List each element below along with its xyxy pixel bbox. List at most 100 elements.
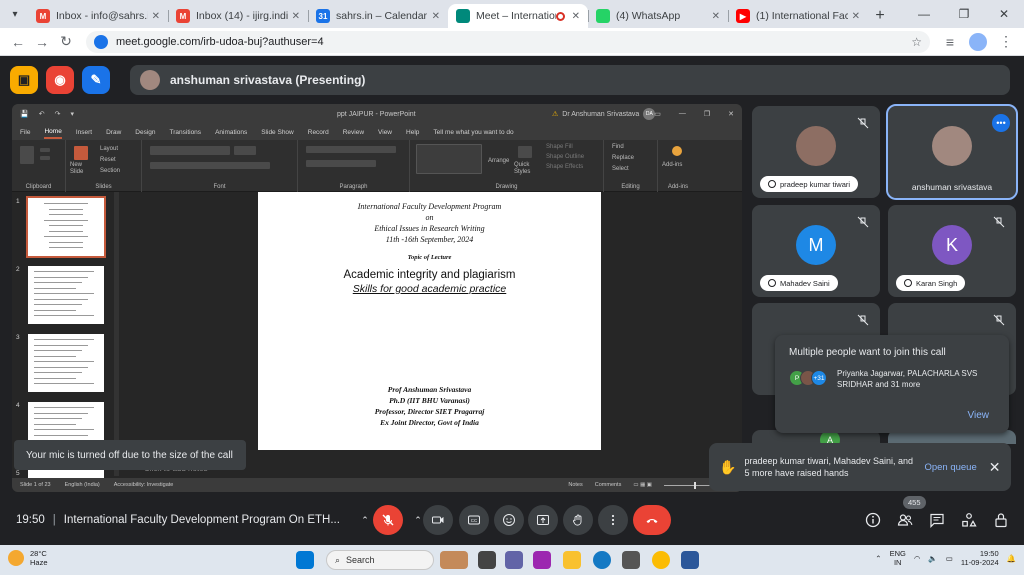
ribbon-tab-transitions[interactable]: Transitions xyxy=(170,127,202,138)
ribbon-tab-home[interactable]: Home xyxy=(44,126,62,139)
media-controls-icon[interactable]: ≡ xyxy=(938,30,962,54)
chrome-icon[interactable] xyxy=(652,551,670,569)
new-tab-button[interactable]: + xyxy=(868,4,892,28)
copilot-icon[interactable] xyxy=(533,551,551,569)
presenter-banner[interactable]: anshuman srivastava (Presenting) xyxy=(130,65,1010,95)
profile-avatar[interactable] xyxy=(966,30,990,54)
close-tab-icon[interactable]: ✕ xyxy=(852,11,860,22)
cut-icon[interactable] xyxy=(40,148,50,152)
volume-icon[interactable]: 🔈 xyxy=(928,554,937,563)
section-button[interactable]: Section xyxy=(100,168,120,174)
align-buttons[interactable] xyxy=(306,160,376,167)
customize-toolbar-icon[interactable]: ▾ xyxy=(70,110,74,118)
new-slide-button[interactable]: New Slide xyxy=(70,162,96,176)
browser-menu-icon[interactable]: ⋮ xyxy=(994,30,1018,54)
quick-styles-button[interactable]: Quick Styles xyxy=(514,162,540,176)
browser-tab[interactable]: Meet – International Fac ✕ xyxy=(448,4,588,28)
shape-effects-button[interactable]: Shape Effects xyxy=(546,164,583,170)
bookmark-star-icon[interactable]: ☆ xyxy=(911,35,922,49)
restore-icon[interactable]: ❐ xyxy=(944,0,984,28)
reset-button[interactable]: Reset xyxy=(100,157,116,163)
select-button[interactable]: Select xyxy=(612,166,629,172)
browser-tab[interactable]: M Inbox (14) - ijirg.india@gmail ✕ xyxy=(168,4,308,28)
close-tab-icon[interactable]: ✕ xyxy=(712,11,720,22)
font-format-buttons[interactable] xyxy=(150,162,270,169)
slide-thumbnail[interactable] xyxy=(26,196,106,258)
thumbnail-scrollbar[interactable] xyxy=(114,192,119,476)
list-buttons[interactable] xyxy=(306,146,396,153)
browser-tab[interactable]: (4) WhatsApp ✕ xyxy=(588,4,728,28)
ribbon-tab-review[interactable]: Review xyxy=(343,127,364,138)
close-tab-icon[interactable]: ✕ xyxy=(432,11,440,22)
find-button[interactable]: Find xyxy=(612,144,624,150)
more-options-button[interactable] xyxy=(598,505,628,535)
activities-icon[interactable] xyxy=(957,508,981,532)
close-window-icon[interactable]: ✕ xyxy=(984,0,1024,28)
host-controls-icon[interactable] xyxy=(989,508,1013,532)
back-arrow-icon[interactable]: ← xyxy=(6,30,30,54)
browser-tab[interactable]: M Inbox - info@sahrs.in - sahrs ✕ xyxy=(28,4,168,28)
people-icon[interactable] xyxy=(893,508,917,532)
copy-icon[interactable] xyxy=(40,156,50,160)
replace-button[interactable]: Replace xyxy=(612,155,634,161)
slide-canvas[interactable]: International Faculty Development Progra… xyxy=(258,192,601,450)
close-tab-icon[interactable]: ✕ xyxy=(572,11,580,22)
shapes-gallery[interactable] xyxy=(416,144,482,174)
ribbon-tab-file[interactable]: File xyxy=(20,127,30,138)
taskbar-clock[interactable]: 19:50 11-09-2024 xyxy=(961,549,999,567)
wifi-icon[interactable]: ◠ xyxy=(914,554,921,563)
task-view-icon[interactable] xyxy=(478,551,496,569)
widgets-news-icon[interactable] xyxy=(440,551,468,569)
addins-button[interactable]: Add-ins xyxy=(662,162,682,168)
mic-toggle-button[interactable] xyxy=(373,505,403,535)
notes-button[interactable]: Notes xyxy=(568,482,582,488)
paste-icon[interactable] xyxy=(20,146,34,164)
more-options-icon[interactable]: ••• xyxy=(992,114,1010,132)
tab-search-icon[interactable]: ▾ xyxy=(4,3,26,25)
raise-hand-button[interactable] xyxy=(563,505,593,535)
present-screen-button[interactable] xyxy=(528,505,558,535)
arrange-button[interactable]: Arrange xyxy=(488,158,509,164)
address-bar[interactable]: meet.google.com/irb-udoa-buj?authuser=4 … xyxy=(86,30,930,53)
save-icon[interactable]: 💾 xyxy=(20,110,29,118)
site-info-icon[interactable] xyxy=(94,34,108,49)
ppt-restore-icon[interactable]: ❐ xyxy=(704,110,710,118)
file-explorer-icon[interactable] xyxy=(563,551,581,569)
slide-thumbnail[interactable] xyxy=(28,266,104,324)
chat-icon[interactable] xyxy=(925,508,949,532)
ribbon-tab-record[interactable]: Record xyxy=(308,127,329,138)
notifications-icon[interactable]: 🔔 xyxy=(1007,554,1016,563)
tell-me-search[interactable]: Tell me what you want to do xyxy=(433,127,513,138)
view-buttons-icon[interactable]: ▭ ▦ ▣ xyxy=(633,482,652,488)
ppt-user[interactable]: ⚠ Dr Anshuman Srivastava DA xyxy=(552,108,656,120)
participant-tile-3[interactable]: M Mahadev Saini xyxy=(752,205,880,297)
teams-chat-icon[interactable] xyxy=(505,551,523,569)
dismiss-hands-icon[interactable]: ✕ xyxy=(989,459,1001,476)
windows-start-icon[interactable] xyxy=(296,551,314,569)
forward-arrow-icon[interactable]: → xyxy=(30,30,54,54)
meeting-details-icon[interactable] xyxy=(861,508,885,532)
quick-styles-icon[interactable] xyxy=(518,146,532,158)
ribbon-tab-insert[interactable]: Insert xyxy=(76,127,92,138)
taskbar-search[interactable]: ⌕ Search xyxy=(326,550,434,570)
new-slide-icon[interactable] xyxy=(74,146,88,160)
battery-icon[interactable]: ▭ xyxy=(946,554,953,563)
accessibility-status[interactable]: Accessibility: Investigate xyxy=(114,482,174,488)
comments-button[interactable]: Comments xyxy=(595,482,622,488)
ribbon-tab-draw[interactable]: Draw xyxy=(106,127,121,138)
font-size-select[interactable] xyxy=(234,146,256,155)
ribbon-tab-animations[interactable]: Animations xyxy=(215,127,247,138)
font-family-select[interactable] xyxy=(150,146,230,155)
weather-widget[interactable]: 28°C Haze xyxy=(8,549,48,567)
annotate-icon[interactable]: ✎ xyxy=(82,66,110,94)
redo-icon[interactable]: ↷ xyxy=(55,110,61,118)
ribbon-tab-design[interactable]: Design xyxy=(135,127,155,138)
shape-outline-button[interactable]: Shape Outline xyxy=(546,154,584,160)
browser-tab[interactable]: 31 sahrs.in – Calendar - Wednesday ✕ xyxy=(308,4,448,28)
minimize-icon[interactable]: — xyxy=(904,0,944,28)
layout-button[interactable]: Layout xyxy=(100,146,118,152)
word-icon[interactable] xyxy=(681,551,699,569)
slide-thumbnail[interactable] xyxy=(28,334,104,392)
audio-settings-chevron-icon[interactable]: ⌃ xyxy=(355,505,375,535)
stop-presenting-icon[interactable]: ▣ xyxy=(10,66,38,94)
